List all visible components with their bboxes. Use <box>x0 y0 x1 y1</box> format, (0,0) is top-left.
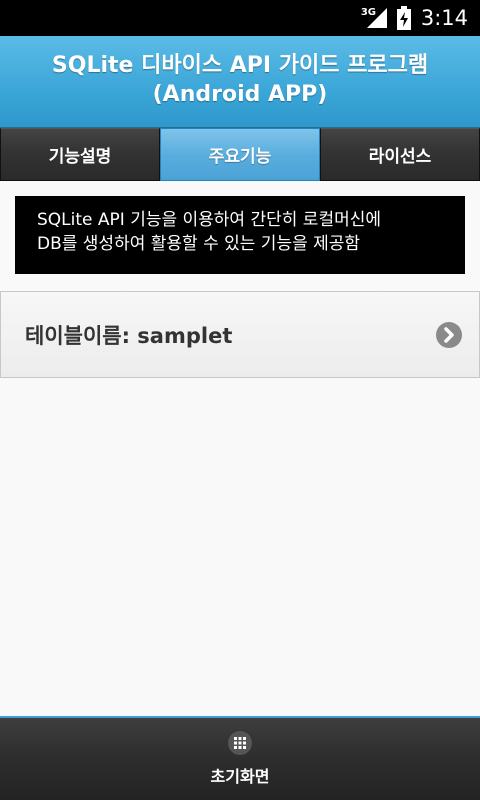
grid-icon <box>228 731 252 755</box>
network-indicator: 3G <box>361 7 387 29</box>
info-line1: SQLite API 기능을 이용하여 간단히 로컬머신에 <box>37 210 382 230</box>
status-icons: 3G 3:14 <box>361 0 468 36</box>
tab-feature-description[interactable]: 기능설명 <box>0 128 160 181</box>
status-bar: 3G 3:14 <box>0 0 480 36</box>
info-line2: DB를 생성하여 활용할 수 있는 기능을 제공함 <box>37 234 361 254</box>
home-button[interactable]: 초기화면 <box>0 718 480 800</box>
table-name-label: 테이블이름: samplet <box>25 323 233 348</box>
clock: 3:14 <box>420 6 468 30</box>
app-header: SQLite 디바이스 API 가이드 프로그램 (Android APP) <box>0 36 480 128</box>
chevron-right-icon <box>436 321 462 348</box>
signal-icon <box>366 8 387 28</box>
footer-bar: 초기화면 <box>0 716 480 800</box>
home-button-label: 초기화면 <box>210 767 270 786</box>
list-item-table[interactable]: 테이블이름: samplet <box>0 291 480 378</box>
battery-icon <box>396 6 411 30</box>
tab-bar: 기능설명 주요기능 라이선스 <box>0 128 480 181</box>
tab-main-features[interactable]: 주요기능 <box>160 128 320 181</box>
tab-license[interactable]: 라이선스 <box>320 128 480 181</box>
info-description-box: SQLite API 기능을 이용하여 간단히 로컬머신에 DB를 생성하여 활… <box>15 196 465 274</box>
header-title-line2: (Android APP) <box>152 82 328 107</box>
header-title-line1: SQLite 디바이스 API 가이드 프로그램 <box>51 53 429 78</box>
